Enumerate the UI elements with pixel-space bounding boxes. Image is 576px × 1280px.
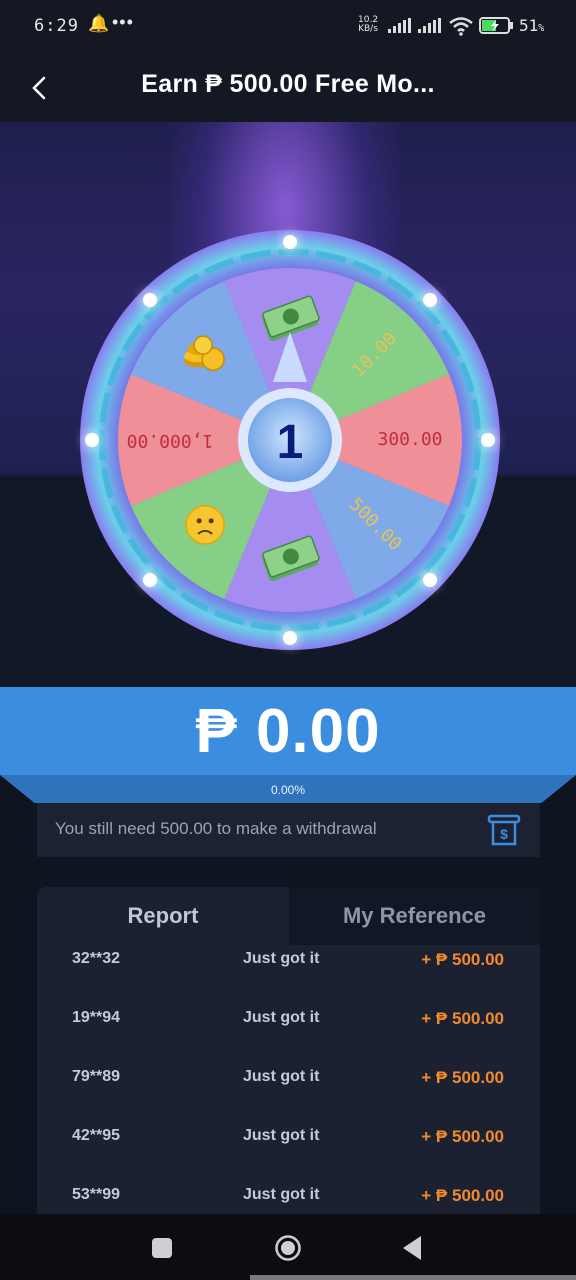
rim-light — [85, 433, 99, 447]
report-row: 19**94 Just got it + ₱ 500.00 — [37, 1004, 540, 1063]
spin-wheel-area: 10.00 300.00 500.00 1,000.00 1 — [0, 122, 576, 687]
rim-light — [142, 292, 157, 307]
report-message: Just got it — [243, 950, 320, 967]
home-indicator — [250, 1275, 576, 1280]
report-amount: + ₱ 500.00 — [421, 950, 504, 969]
wheel-segment-label: 1,000.00 — [127, 430, 214, 451]
report-amount: + ₱ 500.00 — [421, 1009, 504, 1028]
battery-charging-icon — [479, 17, 513, 34]
rim-light — [481, 433, 495, 447]
sad-face-icon — [185, 505, 225, 545]
more-dots-icon: ••• — [112, 12, 134, 32]
report-message: Just got it — [243, 1068, 320, 1085]
recents-button[interactable] — [152, 1238, 172, 1258]
progress-percent: 0.00% — [270, 783, 306, 797]
net-speed-unit: KB/s — [358, 24, 378, 34]
rim-light — [283, 235, 297, 249]
report-row: 53**99 Just got it + ₱ 500.00 — [37, 1181, 540, 1217]
wheel-segment-label: 300.00 — [377, 429, 442, 450]
app-header: Earn ₱ 500.00 Free Mo... — [0, 54, 576, 122]
page-title: Earn ₱ 500.00 Free Mo... — [141, 70, 435, 98]
tab-my-reference[interactable]: My Reference — [289, 887, 540, 945]
rim-light — [142, 573, 157, 588]
report-user: 42**95 — [72, 1127, 121, 1144]
battery-percent: 51% — [519, 16, 545, 35]
report-message: Just got it — [243, 1009, 320, 1026]
back-button[interactable] — [400, 1234, 424, 1262]
balance-band: ₱ 0.00 — [0, 687, 576, 775]
report-user: 32**32 — [72, 950, 121, 967]
balance-amount: ₱ 0.00 — [195, 696, 381, 766]
rim-light — [283, 631, 297, 645]
withdraw-receipt-icon[interactable]: $ — [485, 811, 523, 849]
status-time: 6:29 — [34, 16, 79, 36]
rim-light — [423, 573, 438, 588]
home-button[interactable] — [274, 1234, 302, 1262]
bell-icon: 🔔 — [88, 14, 110, 33]
net-speed: 10.2 KB/s — [358, 16, 378, 34]
report-amount: + ₱ 500.00 — [421, 1068, 504, 1087]
status-bar: 6:29 🔔 ••• 10.2 KB/s 51% — [0, 0, 576, 54]
withdraw-message: You still need 500.00 to make a withdraw… — [55, 819, 377, 838]
svg-text:$: $ — [500, 826, 508, 842]
signal-icon-2 — [418, 18, 441, 33]
prize-wheel[interactable]: 10.00300.00500.00 1,000.00 1 — [70, 222, 510, 662]
report-row: 42**95 Just got it + ₱ 500.00 — [37, 1122, 540, 1181]
report-user: 79**89 — [72, 1068, 121, 1085]
withdraw-info: You still need 500.00 to make a withdraw… — [37, 803, 540, 857]
report-row: 79**89 Just got it + ₱ 500.00 — [37, 1063, 540, 1122]
report-amount: + ₱ 500.00 — [421, 1127, 504, 1146]
wifi-icon — [449, 17, 473, 36]
report-amount: + ₱ 500.00 — [421, 1186, 504, 1205]
report-user: 53**99 — [72, 1186, 121, 1203]
report-message: Just got it — [243, 1127, 320, 1144]
report-message: Just got it — [243, 1186, 320, 1203]
report-panel: Report My Reference 32**32 Just got it + ₱… — [37, 887, 540, 1217]
rim-light — [423, 292, 438, 307]
report-user: 19**94 — [72, 1009, 121, 1026]
spin-count: 1 — [277, 416, 304, 469]
signal-icon — [388, 18, 411, 33]
report-list: 32**32 Just got it + ₱ 500.00 19**94 Just go… — [37, 945, 540, 1217]
tab-report[interactable]: Report — [37, 887, 289, 945]
report-row: 32**32 Just got it + ₱ 500.00 — [37, 945, 540, 1004]
system-nav-bar — [0, 1214, 576, 1280]
